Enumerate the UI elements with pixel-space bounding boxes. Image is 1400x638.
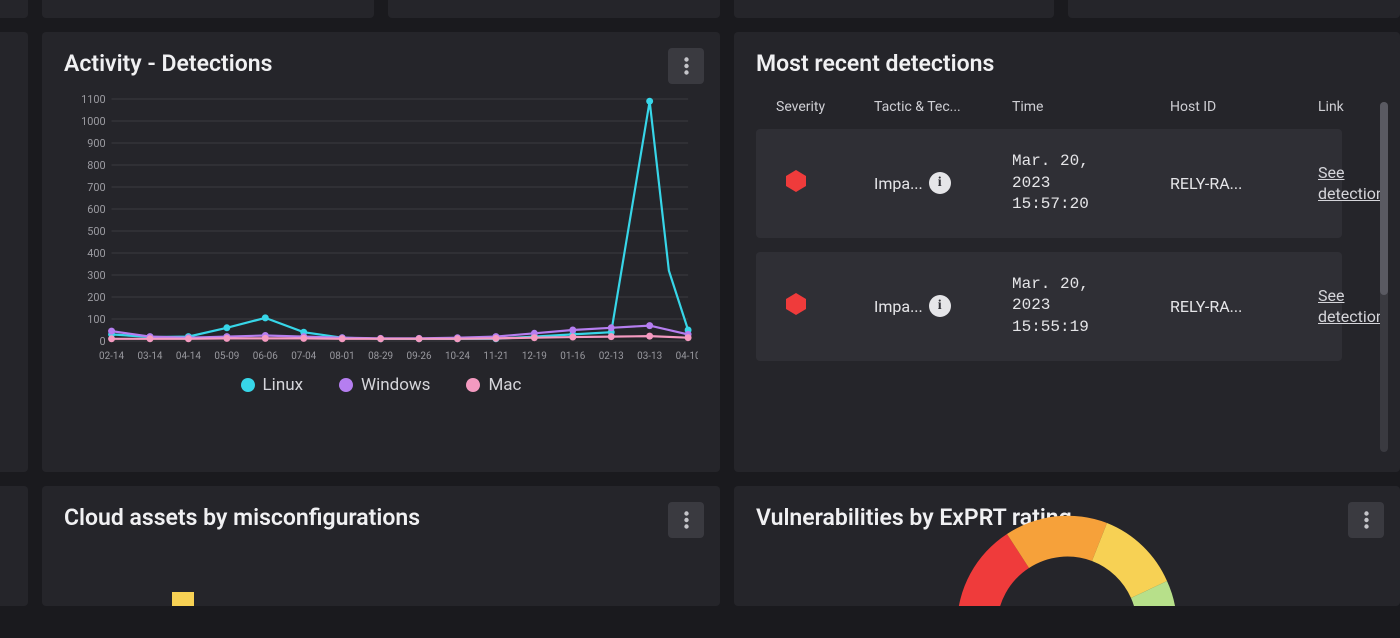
info-icon[interactable]: i <box>929 295 951 317</box>
legend-dot <box>339 378 353 392</box>
svg-text:06-06: 06-06 <box>253 351 278 362</box>
svg-text:800: 800 <box>87 159 105 172</box>
svg-text:1100: 1100 <box>81 93 105 106</box>
legend-item-mac[interactable]: Mac <box>466 375 521 395</box>
metric-card-1: 26 <box>42 0 374 18</box>
col-time: Time <box>1012 99 1162 115</box>
detections-header: Severity Tactic & Tec... Time Host ID Li… <box>756 93 1378 129</box>
svg-text:1000: 1000 <box>81 115 105 128</box>
sidebar-sliver <box>0 0 28 18</box>
svg-text:02-13: 02-13 <box>599 351 624 362</box>
metric-card-3: 73 <box>734 0 1054 18</box>
svg-text:100: 100 <box>87 313 105 326</box>
card-title: Activity - Detections <box>64 50 698 77</box>
tactic-cell: Impa... i <box>874 172 1004 194</box>
info-icon[interactable]: i <box>929 172 951 194</box>
svg-text:700: 700 <box>87 181 105 194</box>
svg-text:03-14: 03-14 <box>137 351 162 362</box>
tactic-cell: Impa... i <box>874 295 1004 317</box>
activity-chart: 0 100 200 300 400 500 600 700 800 900 1000 1100 02-1… <box>64 93 698 413</box>
svg-text:500: 500 <box>87 225 105 238</box>
svg-text:04-14: 04-14 <box>176 351 201 362</box>
severity-cell <box>776 169 866 197</box>
svg-text:03-13: 03-13 <box>637 351 662 362</box>
card-title: Cloud assets by misconfigurations <box>64 504 698 531</box>
detections-rows: Impa... i Mar. 20,202315:57:20 RELY-RA..… <box>756 129 1378 361</box>
svg-text:900: 900 <box>87 137 105 150</box>
cloud-assets-card: Cloud assets by misconfigurations <box>42 486 720 606</box>
legend-label: Linux <box>263 375 303 395</box>
chart-legend: Linux Windows Mac <box>64 375 698 395</box>
time-cell: Mar. 20,202315:57:20 <box>1012 151 1162 216</box>
host-cell: RELY-RA... <box>1170 297 1310 316</box>
more-menu-button[interactable] <box>1348 502 1384 538</box>
svg-text:200: 200 <box>87 291 105 304</box>
metric-card-2: 26 <box>388 0 720 18</box>
svg-text:08-29: 08-29 <box>368 351 393 362</box>
card-title: Most recent detections <box>756 50 1378 77</box>
svg-text:09-26: 09-26 <box>407 351 432 362</box>
svg-text:600: 600 <box>87 203 105 216</box>
svg-text:11-21: 11-21 <box>483 351 508 362</box>
more-vertical-icon <box>1364 511 1369 529</box>
scrollbar-thumb[interactable] <box>1380 102 1388 295</box>
donut-chart-peek <box>927 486 1207 606</box>
tactic-text: Impa... <box>874 174 923 193</box>
vulnerabilities-card: Vulnerabilities by ExPRT rating <box>734 486 1400 606</box>
col-host: Host ID <box>1170 99 1310 115</box>
line-chart-svg: 0 100 200 300 400 500 600 700 800 900 1000 1100 02-1… <box>64 93 698 363</box>
time-cell: Mar. 20,202315:55:19 <box>1012 274 1162 339</box>
bar-peek <box>172 592 194 606</box>
svg-text:10-24: 10-24 <box>445 351 470 362</box>
scrollbar[interactable] <box>1380 102 1388 452</box>
svg-text:0: 0 <box>99 335 105 348</box>
legend-item-windows[interactable]: Windows <box>339 375 430 395</box>
activity-detections-card: Activity - Detections 0 100 200 300 400 500 60… <box>42 32 720 472</box>
more-menu-button[interactable] <box>668 48 704 84</box>
table-row[interactable]: Impa... i Mar. 20,202315:55:19 RELY-RA..… <box>756 252 1342 361</box>
sidebar-sliver <box>0 32 28 472</box>
svg-text:02-14: 02-14 <box>99 351 124 362</box>
see-detection-link[interactable]: Seedetection <box>1318 286 1385 327</box>
host-cell: RELY-RA... <box>1170 174 1310 193</box>
legend-dot <box>241 378 255 392</box>
recent-detections-card: Most recent detections Severity Tactic &… <box>734 32 1400 472</box>
severity-hexagon-icon <box>784 292 808 316</box>
tactic-text: Impa... <box>874 297 923 316</box>
svg-text:12-19: 12-19 <box>522 351 547 362</box>
more-vertical-icon <box>684 57 689 75</box>
more-vertical-icon <box>684 511 689 529</box>
svg-text:04-10: 04-10 <box>676 351 698 362</box>
col-tactic: Tactic & Tec... <box>874 99 1004 115</box>
svg-text:07-04: 07-04 <box>291 351 316 362</box>
legend-dot <box>466 378 480 392</box>
legend-item-linux[interactable]: Linux <box>241 375 303 395</box>
legend-label: Windows <box>361 375 430 395</box>
svg-text:01-16: 01-16 <box>560 351 585 362</box>
legend-label: Mac <box>488 375 521 395</box>
severity-cell <box>776 292 866 320</box>
metric-card-4: 53/100 <box>1068 0 1400 18</box>
svg-text:400: 400 <box>87 247 105 260</box>
svg-text:05-09: 05-09 <box>214 351 239 362</box>
table-row[interactable]: Impa... i Mar. 20,202315:57:20 RELY-RA..… <box>756 129 1342 238</box>
severity-hexagon-icon <box>784 169 808 193</box>
more-menu-button[interactable] <box>668 502 704 538</box>
svg-text:08-01: 08-01 <box>330 351 355 362</box>
col-severity: Severity <box>776 99 866 115</box>
sidebar-sliver <box>0 486 28 606</box>
see-detection-link[interactable]: Seedetection <box>1318 163 1385 204</box>
svg-text:300: 300 <box>87 269 105 282</box>
